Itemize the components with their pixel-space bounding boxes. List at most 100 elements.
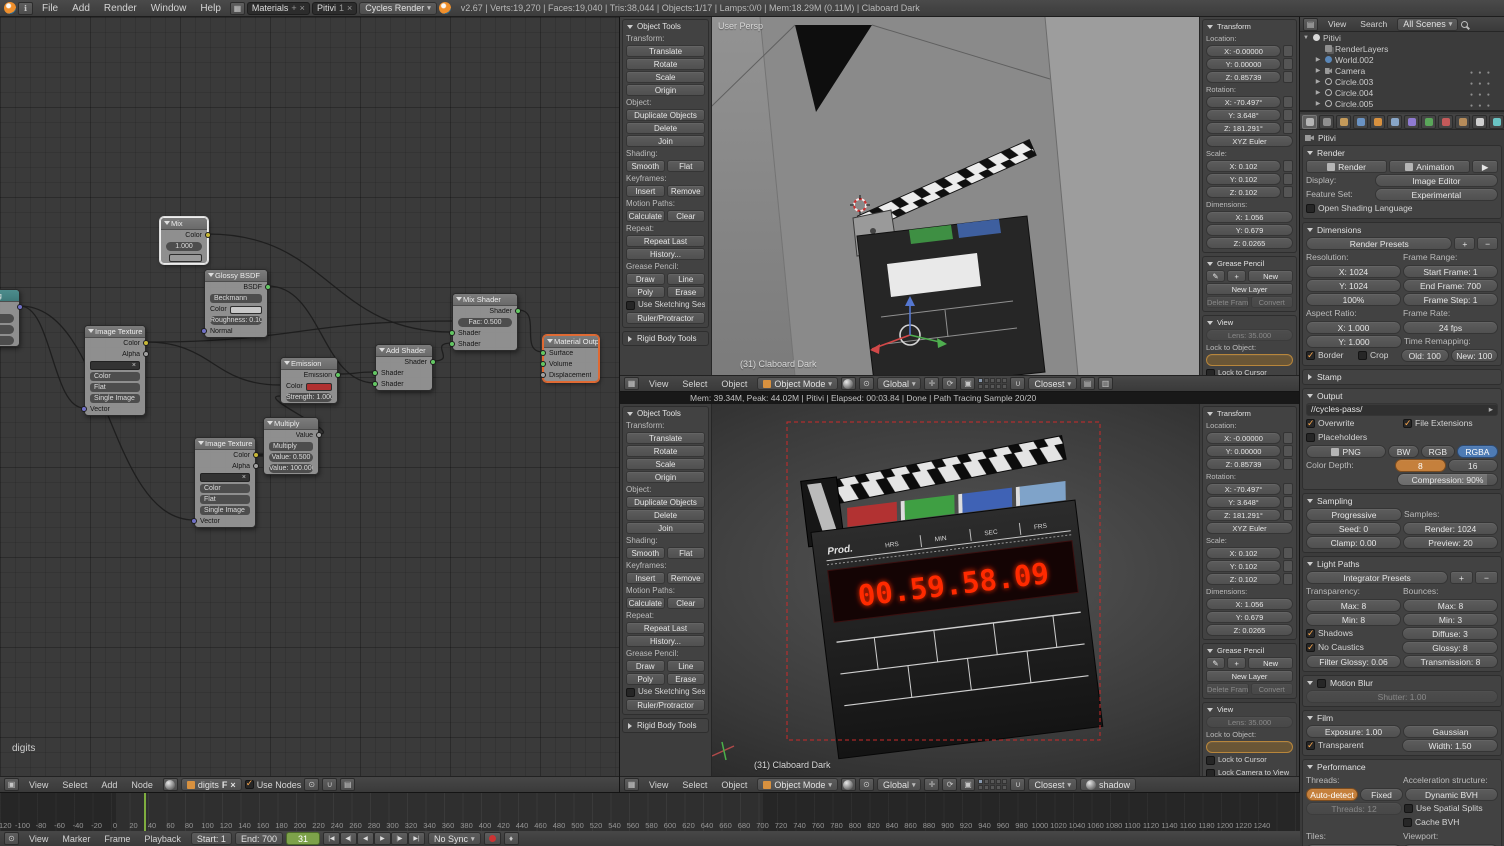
image-editor-field[interactable]: Image Editor xyxy=(1375,174,1498,187)
z-0-85739-field[interactable]: Z: 0.85739 xyxy=(1206,458,1293,470)
smooth-button[interactable]: Smooth xyxy=(626,547,665,559)
x-button[interactable]: − xyxy=(1477,237,1498,250)
rotate-button[interactable]: Rotate xyxy=(626,58,705,70)
lock-icon[interactable] xyxy=(1283,160,1293,172)
z-0-102-field[interactable]: Z: 0.102 xyxy=(1206,186,1293,198)
visibility-toggles[interactable] xyxy=(1470,99,1504,109)
y-0-00000-field[interactable]: Y: 0.00000 xyxy=(1206,445,1293,457)
panel-header-object-tools[interactable]: Object Tools xyxy=(623,407,708,420)
rgb-toggle[interactable]: RGB xyxy=(1421,445,1455,458)
delete-button[interactable]: Delete xyxy=(626,509,705,521)
node-socket-color[interactable]: Color xyxy=(85,371,145,382)
calculate-button[interactable]: Calculate xyxy=(626,210,665,222)
expand-icon[interactable]: ▶ xyxy=(1314,78,1322,85)
panel-header-view[interactable]: View xyxy=(1203,316,1296,329)
x-button[interactable]: + xyxy=(1227,657,1246,669)
join-button[interactable]: Join xyxy=(626,135,705,147)
outliner-item-circle-004[interactable]: ▶ Circle.004 xyxy=(1300,87,1504,98)
pin-icon[interactable]: ⊙ xyxy=(304,778,319,791)
fake-user-button[interactable]: F xyxy=(222,780,228,790)
use-spatial-splits-checkbox[interactable]: Use Spatial Splits xyxy=(1404,802,1498,815)
clear-button[interactable]: Clear xyxy=(667,210,706,222)
x-0-102-field[interactable]: X: 0.102 xyxy=(1206,160,1293,172)
material-datablock-field[interactable]: digitsF× xyxy=(181,778,242,791)
close-layout-icon[interactable]: × xyxy=(300,3,305,13)
convert-button[interactable]: Convert xyxy=(1251,296,1294,308)
scale-manipulator-icon[interactable]: ▣ xyxy=(960,377,975,390)
duplicate-objects-button[interactable]: Duplicate Objects xyxy=(626,109,705,121)
node-socket-x[interactable]: × xyxy=(195,472,255,483)
panel-header-light-paths[interactable]: Light Paths xyxy=(1303,557,1501,571)
duplicate-objects-button[interactable]: Duplicate Objects xyxy=(626,496,705,508)
opengl-render-anim-icon[interactable]: ▥ xyxy=(1098,377,1113,390)
shader-type-icon[interactable] xyxy=(163,778,178,791)
panel-header-rigid-body-tools[interactable]: Rigid Body Tools xyxy=(623,719,708,732)
lock-icon[interactable] xyxy=(1283,458,1293,470)
panel-header-object-tools[interactable]: Object Tools xyxy=(623,20,708,33)
poly-button[interactable]: Poly xyxy=(626,673,665,685)
bw-toggle[interactable]: BW xyxy=(1388,445,1418,458)
node-socket-x[interactable]: × xyxy=(85,360,145,371)
node-emission[interactable]: EmissionEmissionColorStrength: 1.000 xyxy=(280,357,338,404)
node-socket-multiply[interactable]: Multiply xyxy=(264,441,318,452)
menu-marker[interactable]: Marker xyxy=(55,833,97,845)
use-nodes-checkbox[interactable]: Use Nodes xyxy=(245,780,302,790)
transmission-8-field[interactable]: Transmission: 8 xyxy=(1403,655,1498,668)
lock-icon[interactable] xyxy=(1283,58,1293,70)
editor-type-icon[interactable]: ▣ xyxy=(4,778,19,791)
insert-button[interactable]: Insert xyxy=(626,572,665,584)
diffuse-3-field[interactable]: Diffuse: 3 xyxy=(1402,627,1498,640)
y-1024-field[interactable]: Y: 1024 xyxy=(1306,279,1401,292)
panel-header-view[interactable]: View xyxy=(1203,703,1296,716)
placeholders-checkbox[interactable]: Placeholders xyxy=(1306,431,1401,444)
no-caustics-checkbox[interactable]: No Caustics xyxy=(1306,641,1400,654)
rendered-scene[interactable]: Prod. HRS MIN SEC FRS 00.59.58.09 00.59.… xyxy=(620,404,1300,776)
convert-button[interactable]: Convert xyxy=(1251,683,1294,695)
menu-window[interactable]: Window xyxy=(144,2,194,15)
min-3-field[interactable]: Min: 3 xyxy=(1403,613,1498,626)
add-layout-icon[interactable]: + xyxy=(291,3,296,13)
flat-button[interactable]: Flat xyxy=(667,160,706,172)
filter-glossy-0-06-field[interactable]: Filter Glossy: 0.06 xyxy=(1306,655,1401,668)
x-1-056-field[interactable]: X: 1.056 xyxy=(1206,598,1293,610)
menu-file[interactable]: File xyxy=(35,2,65,15)
outliner-item-world-002[interactable]: ▶ World.002 xyxy=(1300,54,1504,65)
x-button[interactable]: ✎ xyxy=(1206,657,1225,669)
expand-icon[interactable]: ▶ xyxy=(1314,56,1322,63)
snap-icon[interactable]: ∪ xyxy=(322,778,337,791)
menu-playback[interactable]: Playback xyxy=(137,833,188,845)
gaussian-field[interactable]: Gaussian xyxy=(1403,725,1498,738)
node-mix-shader[interactable]: Mix ShaderShaderFac: 0.500ShaderShader xyxy=(452,293,518,351)
node-socket-flat[interactable]: Flat xyxy=(195,494,255,505)
lock-icon[interactable] xyxy=(1283,560,1293,572)
y-0-00000-field[interactable]: Y: 0.00000 xyxy=(1206,58,1293,70)
lock-icon[interactable] xyxy=(1283,186,1293,198)
lock-icon[interactable] xyxy=(1283,45,1293,57)
menu-search[interactable]: Search xyxy=(1353,18,1394,30)
y-3-648-field[interactable]: Y: 3.648° xyxy=(1206,496,1293,508)
node-socket-single-image[interactable]: Single Image xyxy=(195,505,255,516)
menu-view[interactable]: View xyxy=(1321,18,1353,30)
mode-dropdown[interactable]: Object Mode▾ xyxy=(757,778,838,791)
glossy-8-field[interactable]: Glossy: 8 xyxy=(1402,641,1498,654)
experimental-field[interactable]: Experimental xyxy=(1375,188,1498,201)
overlay-options-icon[interactable]: ▤ xyxy=(340,778,355,791)
delete-frame-button[interactable]: Delete Frame xyxy=(1206,683,1249,695)
progressive-field[interactable]: Progressive xyxy=(1306,508,1402,521)
dynamic-bvh-field[interactable]: Dynamic BVH xyxy=(1405,788,1498,801)
history-button[interactable]: History... xyxy=(626,248,705,260)
node-material-output[interactable]: Material OutputSurfaceVolumeDisplacement xyxy=(543,335,599,382)
translate-button[interactable]: Translate xyxy=(626,45,705,57)
menu-select[interactable]: Select xyxy=(675,779,714,791)
border-checkbox[interactable]: Border xyxy=(1306,349,1356,362)
visibility-toggles[interactable] xyxy=(1470,66,1504,76)
sync-dropdown[interactable]: No Sync▾ xyxy=(428,832,481,845)
node-glossy-bsdf[interactable]: Glossy BSDFBSDFBeckmannColorRoughness: 0… xyxy=(204,269,268,338)
x-button[interactable]: + xyxy=(1227,270,1246,282)
poly-button[interactable]: Poly xyxy=(626,286,665,298)
frame-step-1-field[interactable]: Frame Step: 1 xyxy=(1403,293,1498,306)
x-button[interactable]: + xyxy=(1450,571,1473,584)
join-button[interactable]: Join xyxy=(626,522,705,534)
y-3-648-field[interactable]: Y: 3.648° xyxy=(1206,109,1293,121)
x-0-102-field[interactable]: X: 0.102 xyxy=(1206,547,1293,559)
